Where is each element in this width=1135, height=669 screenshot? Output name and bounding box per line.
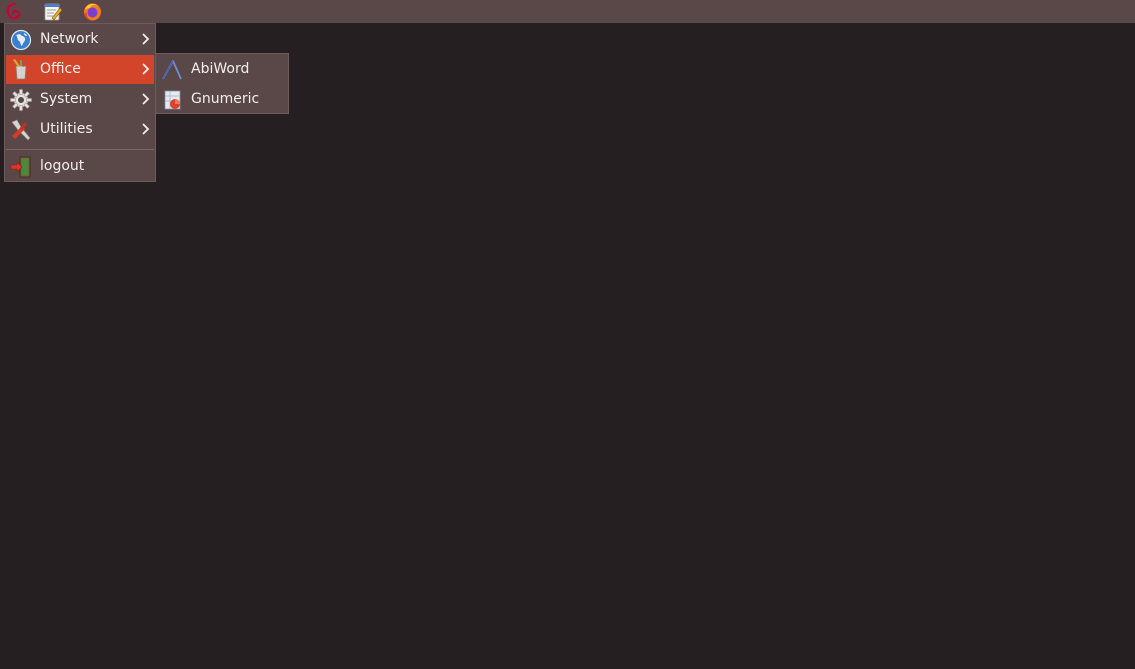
utilities-icon [11, 119, 31, 141]
menu-item-office[interactable]: Office [6, 55, 154, 84]
menu-item-network[interactable]: Network [6, 25, 154, 54]
menu-item-utilities[interactable]: Utilities [6, 115, 154, 144]
taskbar [0, 0, 1135, 23]
gear-icon [10, 89, 32, 111]
debian-logo-icon[interactable] [4, 1, 25, 22]
submenu-item-label: AbiWord [191, 61, 250, 77]
submenu-item-abiword[interactable]: AbiWord [157, 55, 287, 84]
chevron-right-icon [142, 123, 150, 135]
firefox-icon[interactable] [82, 1, 103, 22]
main-menu: Network Office System Utilities logout [4, 23, 156, 182]
submenu-item-label: Gnumeric [191, 91, 260, 107]
menu-item-label: Utilities [40, 121, 93, 137]
abiword-icon [162, 60, 182, 80]
menu-separator [6, 149, 154, 150]
menu-item-logout[interactable]: logout [6, 152, 154, 181]
submenu-item-gnumeric[interactable]: Gnumeric [157, 85, 287, 114]
chevron-right-icon [142, 93, 150, 105]
office-submenu: AbiWord Gnumeric [155, 53, 289, 114]
chevron-right-icon [142, 63, 150, 75]
chevron-right-icon [142, 33, 150, 45]
text-editor-icon[interactable] [42, 1, 63, 22]
gnumeric-icon [164, 90, 181, 110]
network-globe-icon [10, 29, 32, 51]
desktop[interactable] [0, 23, 1135, 669]
menu-item-label: logout [40, 158, 85, 174]
menu-item-label: Office [40, 61, 81, 77]
menu-item-system[interactable]: System [6, 85, 154, 114]
menu-item-label: Network [40, 31, 99, 47]
logout-icon [10, 156, 31, 178]
menu-item-label: System [40, 91, 93, 107]
office-icon [13, 59, 29, 80]
